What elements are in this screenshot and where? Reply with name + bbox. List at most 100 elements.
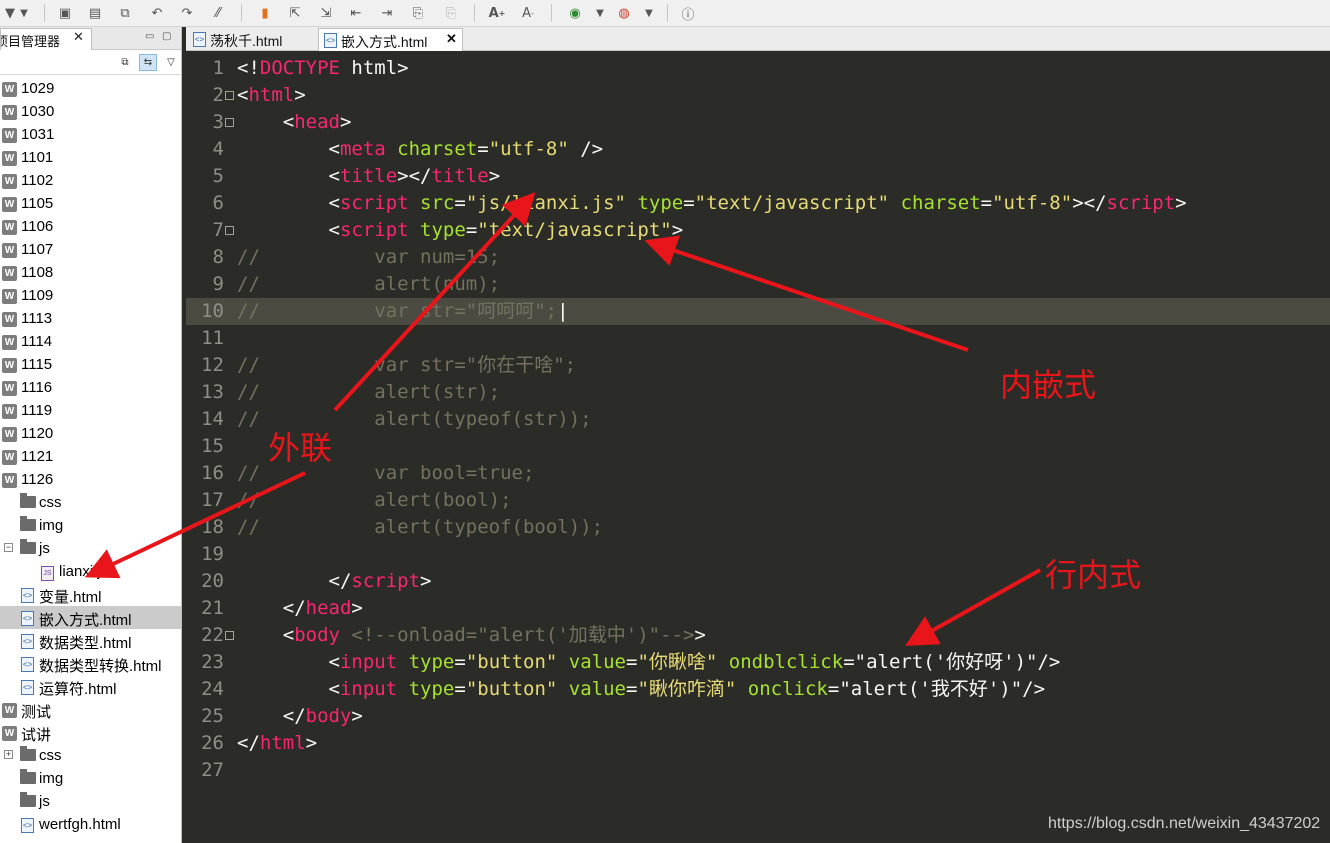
tree-item[interactable]: <> 嵌入方式.html bbox=[0, 606, 181, 629]
code-line[interactable]: 4 <meta charset="utf-8" /> bbox=[186, 136, 1330, 163]
tree-item[interactable]: W 1121 bbox=[0, 445, 181, 468]
run-icon[interactable]: ◉ bbox=[565, 3, 585, 23]
tree-item[interactable]: W 1029 bbox=[0, 77, 181, 100]
tree-item[interactable]: W 1031 bbox=[0, 123, 181, 146]
font-increase-icon[interactable]: A + bbox=[487, 3, 507, 23]
collapse-all-icon[interactable]: ⧉ bbox=[116, 54, 134, 71]
goto-end-icon[interactable]: ⇥ bbox=[377, 3, 397, 23]
expand-icon[interactable]: + bbox=[4, 750, 13, 759]
code-line[interactable]: 18 // alert(typeof(bool)); bbox=[186, 514, 1330, 541]
redo-icon[interactable]: ↷ bbox=[177, 3, 197, 23]
tree-item[interactable]: W 1119 bbox=[0, 399, 181, 422]
tree-item[interactable]: W 1102 bbox=[0, 169, 181, 192]
code-line[interactable]: 13 // alert(str); bbox=[186, 379, 1330, 406]
close-icon[interactable]: ✕ bbox=[446, 31, 457, 47]
tree-item[interactable]: <> 数据类型.html bbox=[0, 629, 181, 652]
info-icon[interactable]: ⓘ bbox=[678, 3, 698, 23]
collapse-icon[interactable]: − bbox=[4, 543, 13, 552]
code-line[interactable]: 3 <head> bbox=[186, 109, 1330, 136]
code-line[interactable]: 16// var bool=true; bbox=[186, 460, 1330, 487]
link-with-editor-icon[interactable]: ⇆ bbox=[139, 54, 157, 71]
save-icon[interactable]: ▣ bbox=[55, 3, 75, 23]
code-line[interactable]: 25 </body> bbox=[186, 703, 1330, 730]
fold-toggle-icon[interactable] bbox=[225, 118, 234, 127]
tree-item[interactable]: W 1109 bbox=[0, 284, 181, 307]
view-menu-icon[interactable]: ▽ bbox=[162, 54, 180, 71]
tree-item[interactable]: W 1030 bbox=[0, 100, 181, 123]
comment-icon[interactable]: ⎘ bbox=[408, 3, 428, 23]
bookmark-icon[interactable]: ▮ bbox=[255, 3, 275, 23]
tree-item[interactable]: W 1115 bbox=[0, 353, 181, 376]
code-line[interactable]: 8 // var num=15; bbox=[186, 244, 1330, 271]
code-line[interactable]: 12 // var str="你在干啥"; bbox=[186, 352, 1330, 379]
font-decrease-icon[interactable]: A- bbox=[518, 3, 538, 23]
tree-item[interactable]: W 1126 bbox=[0, 468, 181, 491]
code-line[interactable]: 27 bbox=[186, 757, 1330, 784]
tree-item[interactable]: JS lianxi.js bbox=[0, 560, 181, 583]
project-manager-tab[interactable]: 项目管理器 ✕ bbox=[0, 28, 92, 50]
tree-item[interactable]: W 1105 bbox=[0, 192, 181, 215]
code-line[interactable]: 26 </html> bbox=[186, 730, 1330, 757]
tree-item[interactable]: <> 运算符.html bbox=[0, 675, 181, 698]
close-icon[interactable]: ✕ bbox=[73, 30, 84, 45]
line-number: 6 bbox=[212, 192, 224, 214]
tree-item[interactable]: W 1108 bbox=[0, 261, 181, 284]
tree-item[interactable]: img bbox=[0, 514, 181, 537]
code-line[interactable]: 17 // alert(bool); bbox=[186, 487, 1330, 514]
code-line[interactable]: 1 <!DOCTYPE html> bbox=[186, 55, 1330, 82]
browser-icon[interactable]: ◍ bbox=[614, 3, 634, 23]
code-line[interactable]: 22 <body <!--onload="alert('加载中')"-->> bbox=[186, 622, 1330, 649]
code-line[interactable]: 11 bbox=[186, 325, 1330, 352]
code-line[interactable]: 9 // alert(num); bbox=[186, 271, 1330, 298]
revert-icon[interactable]: ⧉ bbox=[115, 3, 135, 23]
tree-item[interactable]: W 1113 bbox=[0, 307, 181, 330]
tree-item[interactable]: <> 数据类型转换.html bbox=[0, 652, 181, 675]
code-line[interactable]: 6 <script src="js/lianxi.js" type="text/… bbox=[186, 190, 1330, 217]
tree-item[interactable]: W 1106 bbox=[0, 215, 181, 238]
code-line[interactable]: 10 // var str="呵呵呵";| bbox=[186, 298, 1330, 325]
tree-item[interactable]: img bbox=[0, 767, 181, 790]
code-line[interactable]: 19 bbox=[186, 541, 1330, 568]
save-all-icon[interactable]: ▤ bbox=[85, 3, 105, 23]
code-line[interactable]: 24 <input type="button" value="瞅你咋滴" onc… bbox=[186, 676, 1330, 703]
format-icon[interactable]: ⁄⁄ bbox=[208, 3, 228, 23]
tab-qianrufangshi[interactable]: <> 嵌入方式.html ✕ bbox=[318, 28, 463, 51]
code-area[interactable]: 1 <!DOCTYPE html> 2 <html> 3 <head> 4 <meta c… bbox=[186, 51, 1330, 843]
run-dropdown-icon[interactable]: ▼ bbox=[590, 3, 610, 23]
code-line[interactable]: 21 </head> bbox=[186, 595, 1330, 622]
tree-item[interactable]: js bbox=[0, 790, 181, 813]
goto-start-icon[interactable]: ⇤ bbox=[346, 3, 366, 23]
tree-item[interactable]: + css bbox=[0, 744, 181, 767]
tree-item[interactable]: W 1116 bbox=[0, 376, 181, 399]
browser-dropdown-icon[interactable]: ▼ bbox=[639, 3, 659, 23]
fold-toggle-icon[interactable] bbox=[225, 226, 234, 235]
code-line[interactable]: 23 <input type="button" value="你瞅啥" ondb… bbox=[186, 649, 1330, 676]
tree-item[interactable]: W 1101 bbox=[0, 146, 181, 169]
code-line[interactable]: 15 bbox=[186, 433, 1330, 460]
code-line[interactable]: 2 <html> bbox=[186, 82, 1330, 109]
tree-item[interactable]: W 试讲 bbox=[0, 721, 181, 744]
chevron-down-icon[interactable]: ▼ bbox=[14, 3, 34, 23]
tree-item[interactable]: W 1120 bbox=[0, 422, 181, 445]
tree-item[interactable]: <> 变量.html bbox=[0, 583, 181, 606]
fold-toggle-icon[interactable] bbox=[225, 631, 234, 640]
tab-dangqiuqian[interactable]: <> 荡秋千.html bbox=[188, 28, 316, 51]
tree-item[interactable]: W 1114 bbox=[0, 330, 181, 353]
undo-icon[interactable]: ↶ bbox=[147, 3, 167, 23]
code-line[interactable]: 5 <title></title> bbox=[186, 163, 1330, 190]
tree-item[interactable]: <> wertfgh.html bbox=[0, 813, 181, 836]
export-icon[interactable]: ⇲ bbox=[316, 3, 336, 23]
new-file-icon[interactable]: ⇱ bbox=[285, 3, 305, 23]
uncomment-icon[interactable]: ⎘ bbox=[441, 3, 461, 23]
minimize-icon[interactable]: ▭ bbox=[145, 31, 154, 42]
fold-toggle-icon[interactable] bbox=[225, 91, 234, 100]
code-line[interactable]: 7 <script type="text/javascript"> bbox=[186, 217, 1330, 244]
tree-item[interactable]: W 测试 bbox=[0, 698, 181, 721]
tree-item[interactable]: css bbox=[0, 491, 181, 514]
maximize-icon[interactable]: ▢ bbox=[162, 31, 171, 42]
code-line[interactable]: 14// alert(typeof(str)); bbox=[186, 406, 1330, 433]
tree-item[interactable]: W 1107 bbox=[0, 238, 181, 261]
tree-item[interactable]: − js bbox=[0, 537, 181, 560]
line-number: 16 bbox=[201, 462, 224, 484]
code-line[interactable]: 20 </script> bbox=[186, 568, 1330, 595]
